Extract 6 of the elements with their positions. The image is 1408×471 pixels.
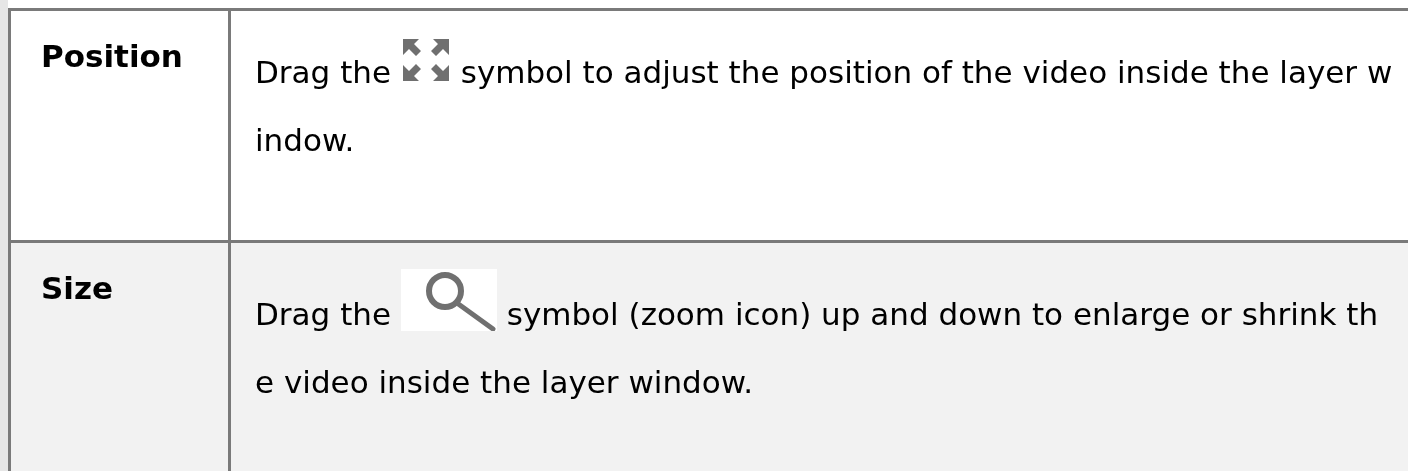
description-text: Drag the symbol (zoom icon) up and down to enlarge or shrink the video inside the layer window.: [255, 296, 1379, 400]
expand-arrows-icon: [400, 37, 451, 83]
description-text: Drag the symbol to adjust the position of the video inside the layer window.: [255, 54, 1393, 158]
row-label: Position: [41, 38, 183, 74]
row-label: Size: [41, 270, 114, 306]
magnifier-icon: [400, 269, 497, 331]
